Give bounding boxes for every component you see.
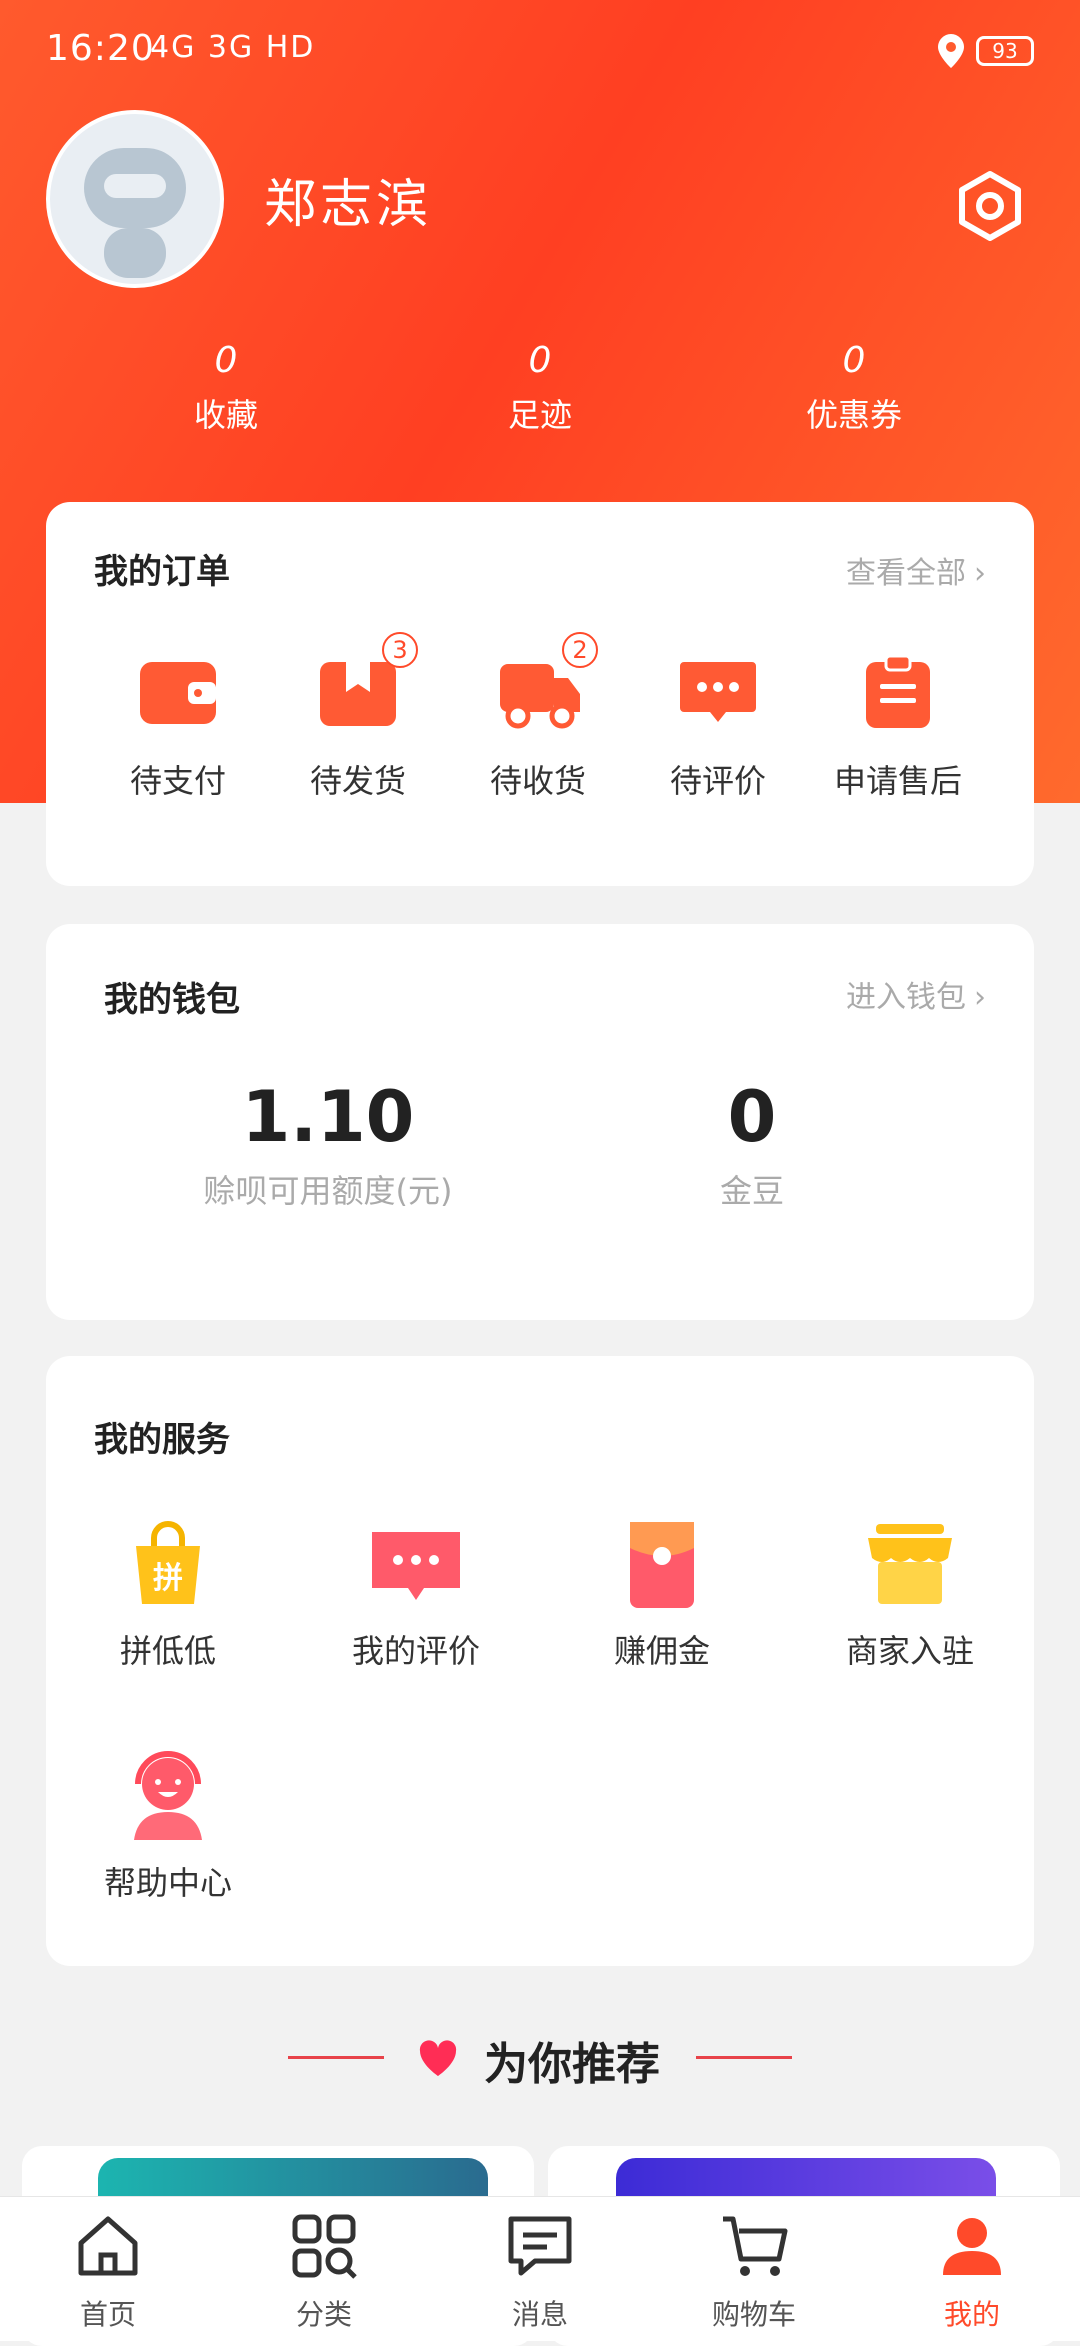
order-badge: 2 <box>562 632 598 668</box>
profile-stats: 0 收藏 0 足迹 0 优惠券 <box>0 340 1080 450</box>
orders-title: 我的订单 <box>94 552 230 592</box>
service-label: 拼低低 <box>119 1632 216 1670</box>
order-label: 申请售后 <box>833 762 962 800</box>
service-label: 帮助中心 <box>103 1864 232 1902</box>
svg-text:拼: 拼 <box>153 1561 183 1596</box>
view-all-orders-link[interactable]: 查看全部 › <box>846 548 986 592</box>
service-my-reviews[interactable]: 我的评价 <box>316 1516 516 1672</box>
store-icon <box>868 1524 952 1604</box>
tab-label: 购物车 <box>711 2298 796 2331</box>
username[interactable]: 郑志滨 <box>264 162 432 237</box>
stat-value: 0 <box>842 340 866 381</box>
chat-icon <box>680 662 756 722</box>
services-title: 我的服务 <box>94 1420 230 1460</box>
shopping-bag-icon: 拼 <box>136 1521 200 1604</box>
avatar[interactable] <box>46 110 224 288</box>
order-pending-shipment[interactable]: 3 待发货 <box>268 632 448 802</box>
stat-label: 收藏 <box>193 396 258 434</box>
review-chat-icon <box>372 1532 460 1600</box>
bottom-tab-bar: 首页 分类 消息 购物车 我的 <box>0 2196 1080 2341</box>
divider <box>288 2056 384 2059</box>
stat-coupons[interactable]: 0 优惠券 <box>754 340 954 436</box>
wallet-label: 金豆 <box>719 1172 784 1210</box>
stat-value: 0 <box>528 340 552 381</box>
enter-wallet-label: 进入钱包 <box>846 980 966 1015</box>
wallet-credit[interactable]: 1.10 赊呗可用额度(元) <box>168 1076 488 1212</box>
orders-card: 我的订单 查看全部 › 待支付 3 待发货 2 待收货 待评价 申请售后 <box>46 502 1034 886</box>
service-group-buy[interactable]: 拼 拼低低 <box>68 1516 268 1672</box>
box-icon <box>320 662 396 726</box>
wallet-icon <box>140 662 216 724</box>
category-icon <box>292 2214 357 2279</box>
stat-label: 足迹 <box>507 396 572 434</box>
location-icon <box>938 34 964 68</box>
tab-label: 首页 <box>79 2298 136 2331</box>
wallet-title: 我的钱包 <box>104 980 240 1020</box>
wallet-gold-beans[interactable]: 0 金豆 <box>592 1076 912 1212</box>
clipboard-icon <box>866 654 930 728</box>
red-envelope-icon <box>630 1522 694 1608</box>
tab-label: 消息 <box>511 2298 568 2331</box>
service-label: 赚佣金 <box>613 1632 710 1670</box>
service-help-center[interactable]: 帮助中心 <box>68 1748 268 1904</box>
chevron-right-icon: › <box>974 980 986 1015</box>
cart-icon <box>723 2216 788 2276</box>
order-pending-receipt[interactable]: 2 待收货 <box>448 632 628 802</box>
order-label: 待发货 <box>309 762 406 800</box>
customer-service-icon <box>134 1751 202 1840</box>
status-time: 16:20 <box>46 28 155 69</box>
service-merchant-join[interactable]: 商家入驻 <box>810 1516 1010 1672</box>
chevron-right-icon: › <box>974 556 986 591</box>
tab-category[interactable]: 分类 <box>224 2211 424 2333</box>
wallet-value: 1.10 <box>241 1076 415 1158</box>
order-pending-payment[interactable]: 待支付 <box>88 654 268 802</box>
home-icon <box>78 2216 138 2276</box>
services-card: 我的服务 拼 拼低低 我的评价 赚佣金 商家入驻 帮助中心 <box>46 1356 1034 1966</box>
divider <box>696 2056 792 2059</box>
service-label: 商家入驻 <box>845 1632 974 1670</box>
message-icon <box>508 2216 572 2276</box>
tab-label: 分类 <box>295 2298 352 2331</box>
order-label: 待支付 <box>129 762 226 800</box>
order-pending-review[interactable]: 待评价 <box>628 654 808 802</box>
status-bar: 16:20 4G 3G HD 93 <box>0 0 1080 110</box>
enter-wallet-link[interactable]: 进入钱包 › <box>846 972 986 1016</box>
recommend-title: 为你推荐 <box>484 2039 660 2090</box>
stat-favorites[interactable]: 0 收藏 <box>126 340 326 436</box>
battery-indicator: 93 <box>976 36 1034 66</box>
order-badge: 3 <box>382 632 418 668</box>
order-after-sales[interactable]: 申请售后 <box>808 654 988 802</box>
service-label: 我的评价 <box>351 1632 480 1670</box>
truck-icon <box>500 664 580 729</box>
recommend-header: 为你推荐 <box>0 2028 1080 2090</box>
tab-profile[interactable]: 我的 <box>872 2211 1072 2333</box>
view-all-label: 查看全部 <box>846 556 966 591</box>
wallet-label: 赊呗可用额度(元) <box>203 1172 453 1210</box>
stat-label: 优惠券 <box>805 396 902 434</box>
tab-cart[interactable]: 购物车 <box>654 2211 854 2333</box>
order-label: 待评价 <box>669 762 766 800</box>
profile-icon <box>943 2218 1001 2275</box>
status-network: 4G 3G HD <box>150 30 316 65</box>
heart-icon <box>419 2040 457 2076</box>
order-label: 待收货 <box>489 762 586 800</box>
wallet-value: 0 <box>727 1076 777 1158</box>
tab-label: 我的 <box>943 2298 1000 2331</box>
settings-icon[interactable] <box>954 170 1026 242</box>
service-earn-commission[interactable]: 赚佣金 <box>562 1516 762 1672</box>
wallet-card: 我的钱包 进入钱包 › 1.10 赊呗可用额度(元) 0 金豆 <box>46 924 1034 1320</box>
tab-home[interactable]: 首页 <box>8 2211 208 2333</box>
stat-footprints[interactable]: 0 足迹 <box>440 340 640 436</box>
stat-value: 0 <box>214 340 238 381</box>
tab-messages[interactable]: 消息 <box>440 2211 640 2333</box>
